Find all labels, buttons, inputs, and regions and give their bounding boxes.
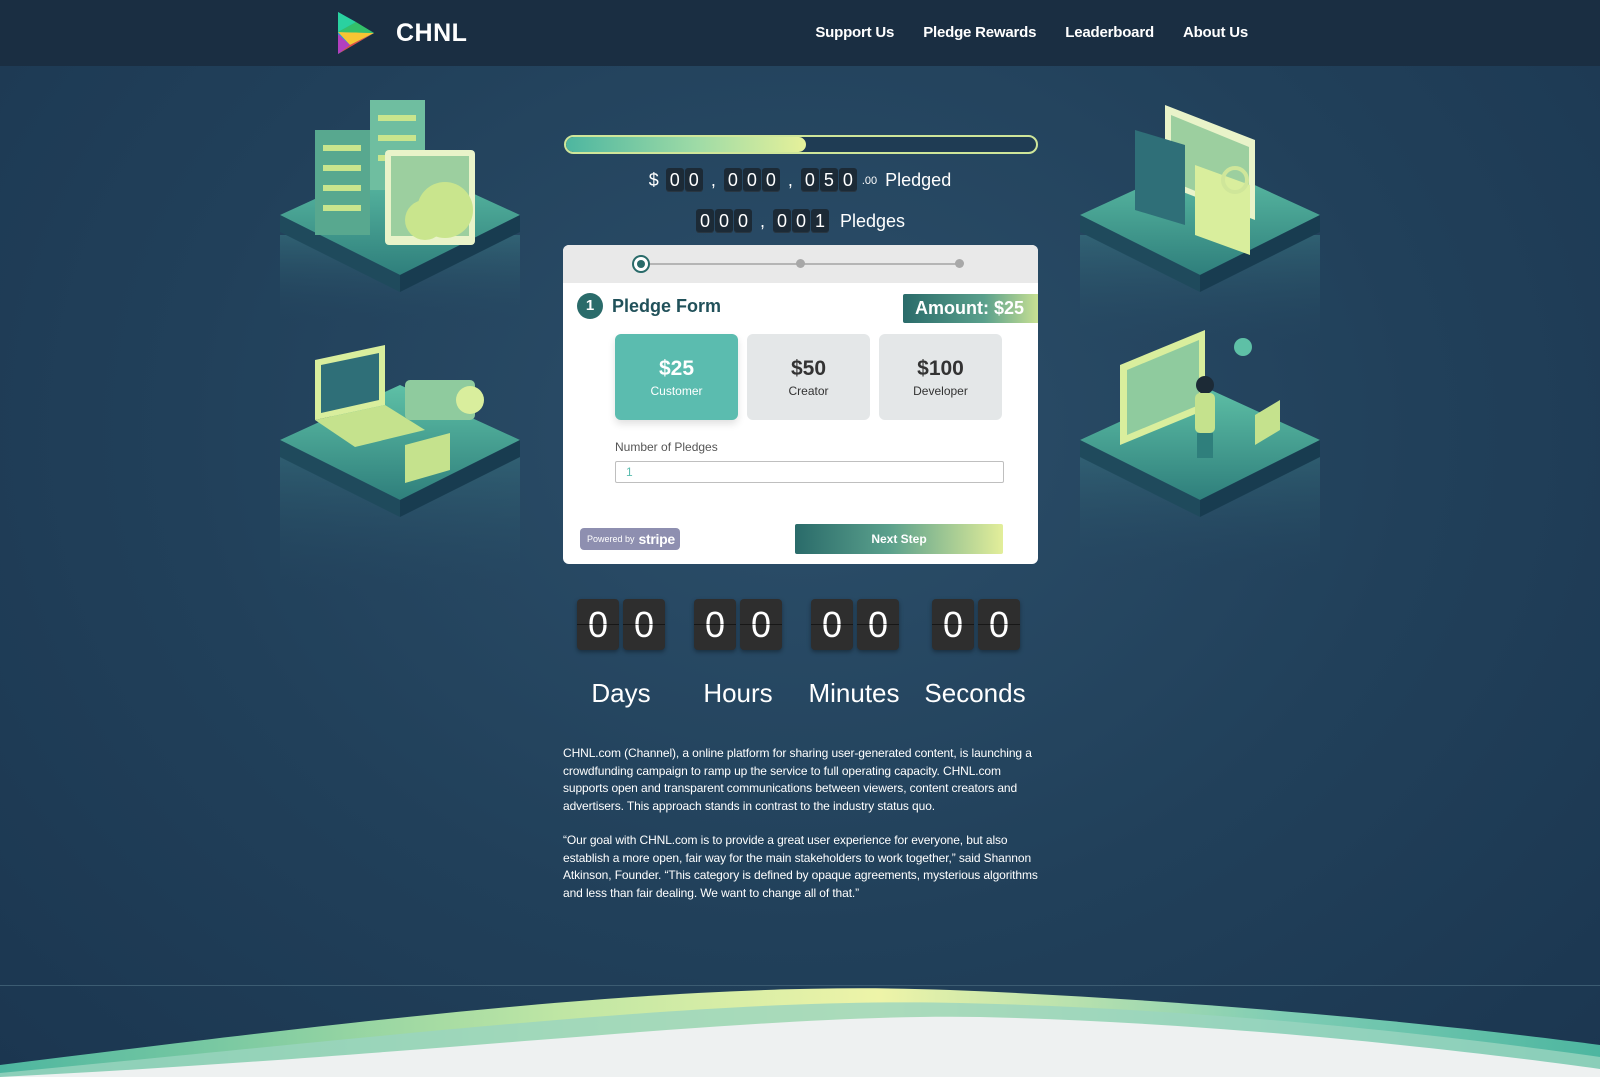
pledged-digits-group: 050 (800, 168, 858, 192)
counter-digit: 0 (761, 168, 780, 192)
nav-support-us[interactable]: Support Us (815, 24, 894, 41)
countdown-digit: 0 (932, 599, 974, 650)
next-step-button[interactable]: Next Step (795, 524, 1003, 554)
countdown-digit: 0 (623, 599, 665, 650)
counter-digit: 0 (772, 209, 791, 233)
number-of-pledges-input[interactable] (615, 461, 1004, 483)
tier-price: $25 (658, 357, 695, 380)
pledged-digits-group: 000 (723, 168, 781, 192)
nav-about-us[interactable]: About Us (1183, 24, 1248, 41)
tier-role: Developer (913, 384, 968, 398)
tier-role: Customer (650, 384, 703, 398)
pledged-label: Pledged (885, 169, 952, 190)
tier-options: $25 Customer $50 Creator $100 Developer (615, 334, 1002, 420)
pledged-digits-group: 00 (665, 168, 704, 192)
funding-progress-bar (564, 135, 1038, 154)
counter-digit: 0 (800, 168, 819, 192)
counter-digit: 0 (695, 209, 714, 233)
counter-digit: 0 (665, 168, 684, 192)
counter-digit: 5 (819, 168, 838, 192)
pledges-digits-group: 001 (772, 209, 830, 233)
tier-option-developer[interactable]: $100 Developer (879, 334, 1002, 420)
counter-digit: 0 (723, 168, 742, 192)
step-number-badge: 1 (577, 293, 603, 319)
tier-price: $50 (790, 357, 827, 380)
pledges-label: Pledges (839, 210, 906, 231)
tier-option-customer[interactable]: $25 Customer (615, 334, 738, 420)
pledged-amount-counter: $ 00 , 000 , 050 .00 Pledged (648, 168, 952, 192)
pledge-form-card: 1 Pledge Form Amount: $25 $25 Customer $… (563, 245, 1038, 564)
nav-pledge-rewards[interactable]: Pledge Rewards (923, 24, 1036, 41)
funding-progress-fill (566, 137, 806, 152)
stripe-powered-text: Powered by (587, 534, 635, 544)
countdown-digit: 0 (577, 599, 619, 650)
tier-option-creator[interactable]: $50 Creator (747, 334, 870, 420)
step-1-dot[interactable] (632, 255, 650, 273)
countdown-digit: 0 (857, 599, 899, 650)
counter-digit: 0 (742, 168, 761, 192)
countdown-hours: 0 0 (694, 599, 782, 650)
counter-digit: 0 (733, 209, 752, 233)
form-header: 1 Pledge Form (577, 293, 721, 319)
main-nav: Support Us Pledge Rewards Leaderboard Ab… (815, 24, 1248, 41)
step-3-dot[interactable] (955, 259, 964, 268)
founder-quote: “Our goal with CHNL.com is to provide a … (563, 833, 1038, 900)
countdown-digit: 0 (740, 599, 782, 650)
countdown-seconds: 0 0 (932, 599, 1020, 650)
pledged-cents: .00 (861, 175, 878, 187)
number-of-pledges-label: Number of Pledges (615, 440, 718, 454)
amount-badge: Amount: $25 (903, 294, 1038, 323)
step-2-dot[interactable] (796, 259, 805, 268)
powered-by-stripe-badge[interactable]: Powered by stripe (580, 528, 680, 550)
tier-price: $100 (917, 357, 964, 380)
server-cloud-illustration (275, 70, 525, 330)
counter-digit: 0 (684, 168, 703, 192)
countdown-digit: 0 (694, 599, 736, 650)
counter-digit: 0 (838, 168, 857, 192)
pledges-digits-group: 000 (695, 209, 753, 233)
countdown-digit: 0 (978, 599, 1020, 650)
brand-name[interactable]: CHNL (396, 19, 467, 48)
counter-digit: 1 (810, 209, 829, 233)
counter-digit: 0 (714, 209, 733, 233)
chnl-logo-icon[interactable] (336, 12, 376, 54)
tier-role: Creator (788, 384, 829, 398)
nav-leaderboard[interactable]: Leaderboard (1065, 24, 1154, 41)
laptop-camera-illustration (275, 345, 525, 605)
countdown-minutes: 0 0 (811, 599, 899, 650)
pledges-count-counter: 000 , 001 Pledges (0, 209, 1600, 233)
form-title: Pledge Form (612, 295, 722, 316)
countdown-digit: 0 (811, 599, 853, 650)
countdown-seconds-label: Seconds (924, 678, 1026, 708)
stripe-logo-text: stripe (638, 531, 676, 547)
currency-symbol: $ (648, 169, 659, 190)
counter-digit: 0 (791, 209, 810, 233)
footer-wave (0, 988, 1600, 1077)
step-indicator (563, 245, 1038, 283)
presenter-screen-illustration (1075, 325, 1325, 585)
countdown-days: 0 0 (577, 599, 665, 650)
top-navigation-bar: CHNL Support Us Pledge Rewards Leaderboa… (0, 0, 1600, 66)
countdown-minutes-label: Minutes (808, 678, 900, 708)
campaign-description: CHNL.com (Channel), a online platform fo… (563, 746, 1032, 813)
